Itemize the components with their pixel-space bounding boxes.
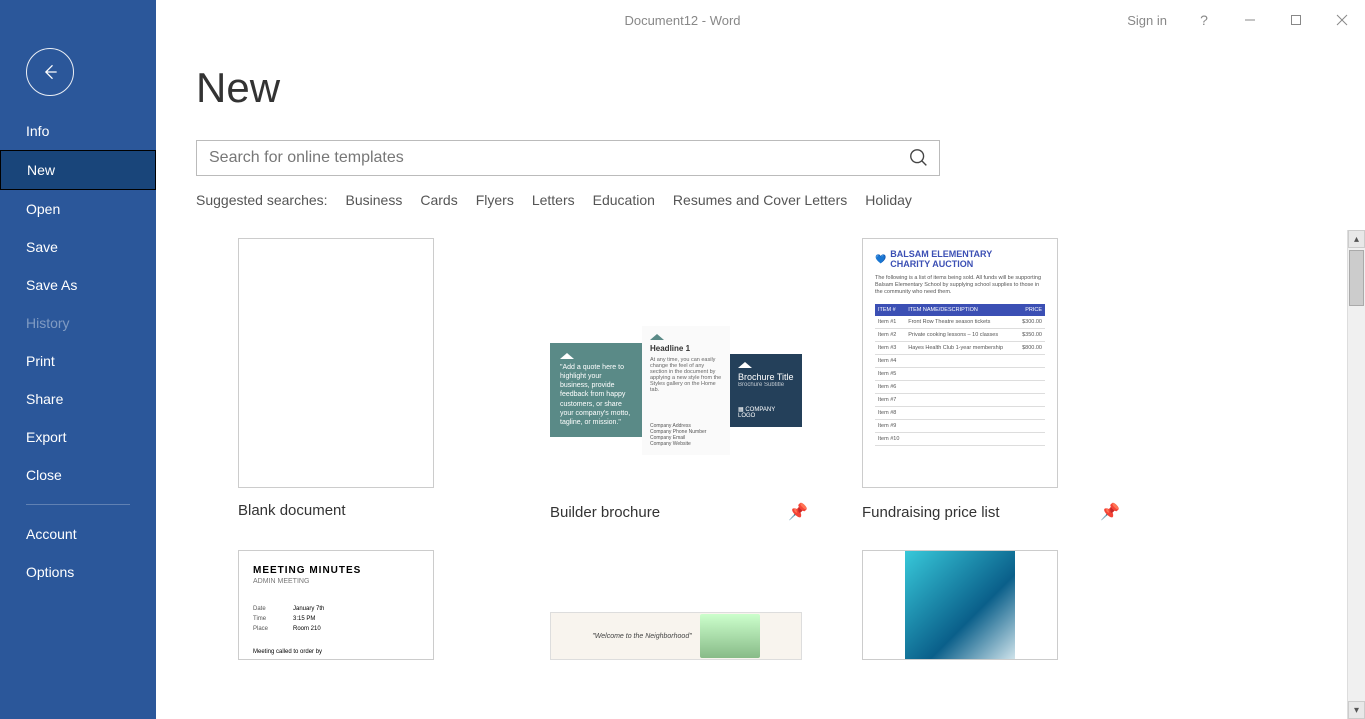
template-label: Blank document [238, 502, 346, 519]
sidebar-item-share[interactable]: Share [0, 380, 156, 418]
scroll-track[interactable] [1348, 248, 1365, 701]
scroll-thumb[interactable] [1349, 250, 1364, 306]
sidebar-item-history: History [0, 304, 156, 342]
backstage-sidebar: InfoNewOpenSaveSave AsHistoryPrintShareE… [0, 40, 156, 719]
scroll-down-button[interactable]: ▾ [1348, 701, 1365, 719]
sidebar-item-options[interactable]: Options [0, 553, 156, 591]
suggested-label: Suggested searches: [196, 192, 328, 208]
page-title: New [196, 64, 1365, 112]
template-thumbnail[interactable]: MEETING MINUTESADMIN MEETINGDateJanuary … [238, 550, 434, 660]
suggested-link[interactable]: Business [346, 192, 403, 208]
sidebar-item-print[interactable]: Print [0, 342, 156, 380]
close-window-button[interactable] [1319, 0, 1365, 40]
template-card: 💙 BALSAM ELEMENTARYCHARITY AUCTIONThe fo… [862, 238, 1114, 522]
template-card: "Welcome to the Neighborhood" [550, 550, 802, 660]
pin-icon[interactable]: 📌 [1100, 502, 1114, 522]
scrollbar[interactable]: ▴ ▾ [1347, 230, 1365, 719]
maximize-button[interactable] [1273, 0, 1319, 40]
suggested-link[interactable]: Letters [532, 192, 575, 208]
suggested-link[interactable]: Flyers [476, 192, 514, 208]
search-input[interactable] [197, 149, 899, 167]
sidebar-item-open[interactable]: Open [0, 190, 156, 228]
help-button[interactable]: ? [1181, 0, 1227, 40]
content-area: New Suggested searches: Business Cards Fly… [156, 40, 1365, 719]
scroll-up-button[interactable]: ▴ [1348, 230, 1365, 248]
template-thumbnail[interactable] [862, 550, 1058, 660]
back-button[interactable] [26, 48, 74, 96]
template-thumbnail[interactable]: "Add a quote here to highlight your busi… [550, 292, 802, 488]
search-button[interactable] [899, 141, 939, 175]
document-title: Document12 - Word [624, 13, 740, 28]
pin-icon[interactable]: 📌 [788, 502, 802, 522]
minimize-button[interactable] [1227, 0, 1273, 40]
template-thumbnail[interactable]: 💙 BALSAM ELEMENTARYCHARITY AUCTIONThe fo… [862, 238, 1058, 488]
sidebar-item-save-as[interactable]: Save As [0, 266, 156, 304]
template-card [862, 550, 1114, 660]
suggested-link[interactable]: Education [593, 192, 655, 208]
suggested-searches: Suggested searches: Business Cards Flyers L… [196, 192, 1365, 208]
template-gallery: Blank document "Add a quote here to highl… [196, 230, 1343, 719]
sidebar-separator [26, 504, 130, 505]
suggested-link[interactable]: Resumes and Cover Letters [673, 192, 847, 208]
template-thumbnail[interactable]: "Welcome to the Neighborhood" [550, 612, 802, 660]
title-bar: Document12 - Word Sign in ? [0, 0, 1365, 40]
template-thumbnail[interactable] [238, 238, 434, 488]
template-label: Fundraising price list [862, 504, 1000, 521]
template-label: Builder brochure [550, 504, 660, 521]
search-container [196, 140, 940, 176]
template-card: "Add a quote here to highlight your busi… [550, 238, 802, 522]
template-card: Blank document [238, 238, 490, 522]
template-card: MEETING MINUTESADMIN MEETINGDateJanuary … [238, 550, 490, 660]
sidebar-item-info[interactable]: Info [0, 112, 156, 150]
titlebar-sidebar-fill [0, 0, 156, 40]
sign-in-button[interactable]: Sign in [1113, 0, 1181, 40]
sidebar-item-new[interactable]: New [0, 150, 156, 190]
sidebar-item-save[interactable]: Save [0, 228, 156, 266]
suggested-link[interactable]: Cards [420, 192, 457, 208]
sidebar-item-export[interactable]: Export [0, 418, 156, 456]
suggested-link[interactable]: Holiday [865, 192, 912, 208]
sidebar-item-close[interactable]: Close [0, 456, 156, 494]
sidebar-item-account[interactable]: Account [0, 515, 156, 553]
